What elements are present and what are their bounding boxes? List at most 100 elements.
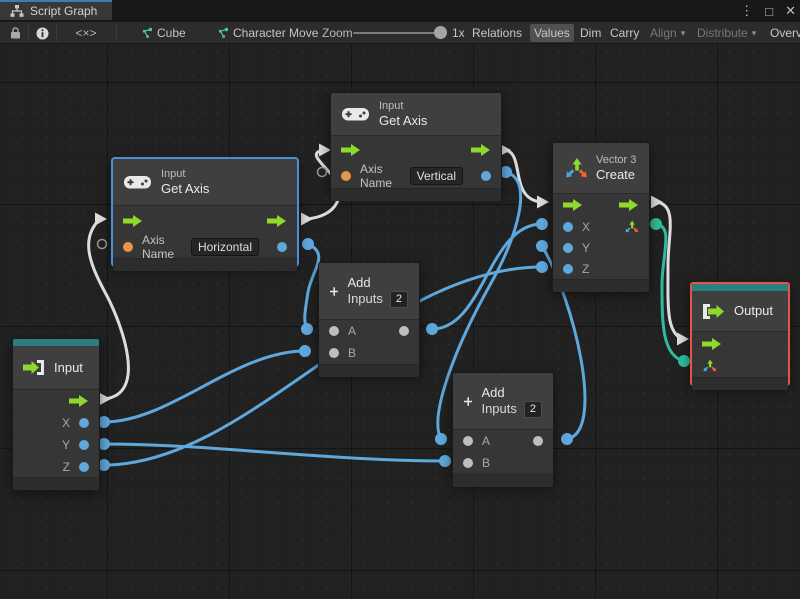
chevron-down-icon: ▾ <box>751 27 757 38</box>
node-footer <box>553 279 649 292</box>
node-add-2[interactable]: Add Inputs 2 A B <box>452 372 554 487</box>
plus-icon <box>330 286 339 296</box>
connection-value-add1-to-vector3-x[interactable] <box>430 222 544 331</box>
flow-in-arrow-icon[interactable] <box>123 215 143 227</box>
value-port-dot[interactable] <box>561 433 573 445</box>
maximize-icon[interactable]: □ <box>765 4 773 19</box>
breadcrumb-cube[interactable]: Cube <box>140 22 186 44</box>
zoom-slider-knob[interactable] <box>434 26 447 39</box>
string-port-dot[interactable] <box>123 242 133 252</box>
flow-port-arrow[interactable] <box>651 195 663 209</box>
value-in-port-dot[interactable] <box>329 326 339 336</box>
relations-button[interactable]: Relations <box>468 24 526 42</box>
node-title: Input <box>54 359 83 375</box>
port-label: Y <box>582 240 591 255</box>
value-port-dot[interactable] <box>678 355 690 367</box>
code-view-toggle[interactable]: <×> <box>60 22 112 44</box>
distribute-dropdown[interactable]: Distribute ▾ <box>693 24 760 42</box>
node-footer <box>453 474 553 487</box>
value-in-port-dot[interactable] <box>329 348 339 358</box>
value-in-port-dot[interactable] <box>563 242 573 253</box>
zoom-slider-track[interactable] <box>353 32 441 34</box>
carry-button[interactable]: Carry <box>606 24 643 42</box>
node-footer <box>13 477 99 490</box>
axis-name-field[interactable]: Horizontal <box>190 238 259 256</box>
align-dropdown[interactable]: Align ▾ <box>646 24 689 42</box>
inputs-count-field[interactable]: 2 <box>523 400 542 418</box>
flow-out-arrow-icon[interactable] <box>69 395 89 407</box>
overview-button[interactable]: Overview <box>766 24 800 42</box>
script-graph-icon <box>10 5 24 17</box>
port-label: X <box>582 219 591 234</box>
value-port-dot[interactable] <box>426 323 438 335</box>
value-out-port-dot[interactable] <box>79 440 89 450</box>
flow-in-arrow-icon[interactable] <box>563 199 583 211</box>
axis-name-field[interactable]: Vertical <box>409 167 463 185</box>
inputs-count-field[interactable]: 2 <box>389 290 408 308</box>
flow-port-arrow[interactable] <box>99 392 111 406</box>
vector3-in-port-icon[interactable] <box>702 359 717 373</box>
close-icon[interactable]: ✕ <box>785 3 796 19</box>
unconnected-port-ring[interactable] <box>316 166 328 178</box>
value-out-port-dot[interactable] <box>533 436 543 446</box>
value-port-dot[interactable] <box>435 433 447 445</box>
tab-script-graph[interactable]: Script Graph <box>0 0 112 20</box>
flow-out-arrow-icon[interactable] <box>267 215 287 227</box>
value-port-dot[interactable] <box>650 218 662 230</box>
port-label: B <box>482 456 491 470</box>
flow-out-arrow-icon[interactable] <box>619 199 639 211</box>
vector3-out-port-icon[interactable] <box>624 220 639 234</box>
dim-button[interactable]: Dim <box>576 24 605 42</box>
value-port-dot[interactable] <box>536 240 548 252</box>
value-in-port-dot[interactable] <box>463 458 473 468</box>
string-port-dot[interactable] <box>341 171 351 181</box>
node-get-axis-horizontal[interactable]: Input Get Axis Axis Name Horizontal <box>112 158 298 271</box>
breadcrumb-character-move[interactable]: Character Move <box>216 22 318 44</box>
value-port-dot[interactable] <box>302 238 314 250</box>
connection-value-getaxis-horizontal-to-add1-a[interactable] <box>303 242 321 331</box>
flow-out-arrow-icon[interactable] <box>471 144 491 156</box>
node-title: Add <box>347 274 371 290</box>
value-port-dot[interactable] <box>299 345 311 357</box>
node-footer <box>319 364 419 377</box>
value-port-dot[interactable] <box>536 218 548 230</box>
flow-port-arrow[interactable] <box>537 195 549 209</box>
value-port-dot[interactable] <box>536 261 548 273</box>
inputs-label: Inputs <box>481 401 517 416</box>
value-in-port-dot[interactable] <box>563 263 573 274</box>
node-subtitle: Vector 3 <box>596 154 637 166</box>
node-footer <box>331 188 501 201</box>
port-label: Z <box>582 261 590 276</box>
flow-port-arrow[interactable] <box>677 332 689 346</box>
subgraph-strip <box>13 339 99 346</box>
value-out-port-dot[interactable] <box>79 418 89 428</box>
flow-port-arrow[interactable] <box>95 212 107 226</box>
gamepad-icon <box>124 176 151 189</box>
values-button[interactable]: Values <box>530 24 574 42</box>
info-button[interactable] <box>30 22 54 44</box>
graph-canvas[interactable]: Input Get Axis Axis Name Vertical Input … <box>0 44 800 599</box>
port-label: A <box>348 324 357 338</box>
node-vector3-create[interactable]: Vector 3 Create X Y Z <box>552 142 650 292</box>
flow-port-arrow[interactable] <box>301 212 313 226</box>
value-in-port-dot[interactable] <box>463 436 473 446</box>
value-in-port-dot[interactable] <box>563 221 573 232</box>
node-get-axis-vertical[interactable]: Input Get Axis Axis Name Vertical <box>330 92 502 201</box>
node-graph-output[interactable]: Output <box>690 282 790 390</box>
menu-dots-icon[interactable]: ⋮ <box>740 3 753 19</box>
node-graph-input[interactable]: Input X Y Z <box>12 338 100 490</box>
lock-button[interactable] <box>4 22 26 44</box>
value-out-port-dot[interactable] <box>481 171 491 181</box>
value-port-dot[interactable] <box>439 455 451 467</box>
value-out-port-dot[interactable] <box>399 326 409 336</box>
zoom-label: Zoom <box>322 26 353 40</box>
flow-in-arrow-icon[interactable] <box>341 144 361 156</box>
value-port-dot[interactable] <box>301 323 313 335</box>
flow-in-arrow-icon[interactable] <box>702 337 722 350</box>
value-out-port-dot[interactable] <box>277 242 287 252</box>
node-title: Get Axis <box>379 113 428 128</box>
connection-value-input-x-to-add1-b[interactable] <box>102 349 307 424</box>
value-out-port-dot[interactable] <box>79 461 89 472</box>
unconnected-port-ring[interactable] <box>96 238 108 250</box>
node-add-1[interactable]: Add Inputs 2 A B <box>318 262 420 377</box>
